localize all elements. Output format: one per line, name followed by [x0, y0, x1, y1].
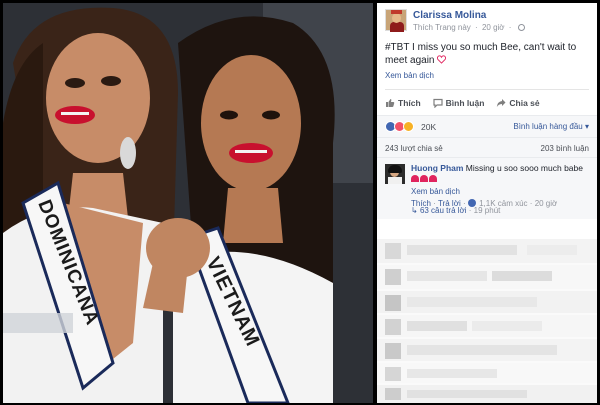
comment-item: Huong Pham Missing u soo sooo much babe … — [377, 157, 597, 219]
globe-icon — [517, 24, 525, 31]
share-label: Chia sẻ — [509, 98, 540, 108]
heart-icon — [411, 175, 419, 182]
author-name[interactable]: Clarissa Molina — [413, 10, 486, 21]
comment-see-translation-link[interactable]: Xem bản dịch — [411, 186, 591, 197]
comment-body: Huong Pham Missing u soo sooo much babe … — [411, 163, 591, 209]
comment-time[interactable]: 20 giờ — [535, 199, 558, 208]
comment-label: Bình luận — [445, 98, 485, 108]
heart-icon — [429, 175, 437, 182]
comment-bubble-icon — [433, 98, 443, 108]
view-replies-link[interactable]: ↳ 63 câu trả lời · 19 phút — [411, 206, 500, 215]
post-panel: Clarissa Molina Thích Trang này · 20 giờ… — [377, 3, 597, 403]
post-time[interactable]: 20 giờ — [482, 23, 505, 32]
post-photo[interactable]: DOMINICANA VIETNAM — [3, 3, 373, 403]
post-stats: 243 lượt chia sẻ 203 bình luận — [377, 137, 597, 157]
commenter-avatar[interactable] — [385, 164, 405, 184]
share-button[interactable]: Chia sẻ — [496, 98, 540, 108]
wow-reaction-icon — [403, 121, 414, 132]
author-avatar[interactable] — [385, 9, 407, 32]
comment-text: Missing u soo sooo much babe — [465, 163, 583, 173]
meta-separator: · — [475, 23, 478, 32]
commenter-name[interactable]: Huong Pham — [411, 163, 463, 173]
comment-button[interactable]: Bình luận — [433, 98, 485, 108]
reaction-icons[interactable] — [385, 121, 414, 132]
post-actions: Thích Bình luận Chia sẻ — [377, 90, 597, 115]
replies-count: 63 câu trả lời — [419, 206, 467, 215]
post-message: #TBT I miss you so much Bee, can't wait … — [385, 42, 577, 66]
thumbs-up-icon — [386, 99, 395, 107]
like-label: Thích — [398, 98, 421, 108]
meta-separator-2: · — [508, 23, 512, 32]
like-button[interactable]: Thích — [385, 98, 421, 108]
heart-icon — [420, 175, 428, 182]
share-count[interactable]: 243 lượt chia sẻ — [385, 144, 443, 153]
share-arrow-icon — [497, 99, 506, 107]
pixelated-comments-area — [377, 239, 597, 403]
post-text: #TBT I miss you so much Bee, can't wait … — [377, 37, 597, 67]
photo-illustration: DOMINICANA VIETNAM — [3, 3, 373, 403]
like-page-link[interactable]: Thích Trang này — [413, 23, 471, 32]
reply-arrow-icon: ↳ — [411, 206, 420, 215]
comment-sort-dropdown[interactable]: Bình luận hàng đầu ▾ — [513, 122, 589, 131]
heart-icon — [437, 55, 447, 64]
see-translation-link[interactable]: Xem bản dịch — [377, 67, 597, 80]
comment-heart-emojis — [411, 174, 438, 185]
post-header: Clarissa Molina Thích Trang này · 20 giờ… — [377, 3, 597, 37]
post-meta: Thích Trang này · 20 giờ · — [413, 23, 525, 32]
screenshot-frame: DOMINICANA VIETNAM Clarissa Molina Thích… — [0, 0, 600, 405]
reactions-bar: 20K Bình luận hàng đầu ▾ — [377, 115, 597, 137]
replies-time: 19 phút — [473, 206, 501, 215]
comment-count[interactable]: 203 bình luận — [541, 144, 590, 153]
reaction-count[interactable]: 20K — [421, 122, 436, 132]
